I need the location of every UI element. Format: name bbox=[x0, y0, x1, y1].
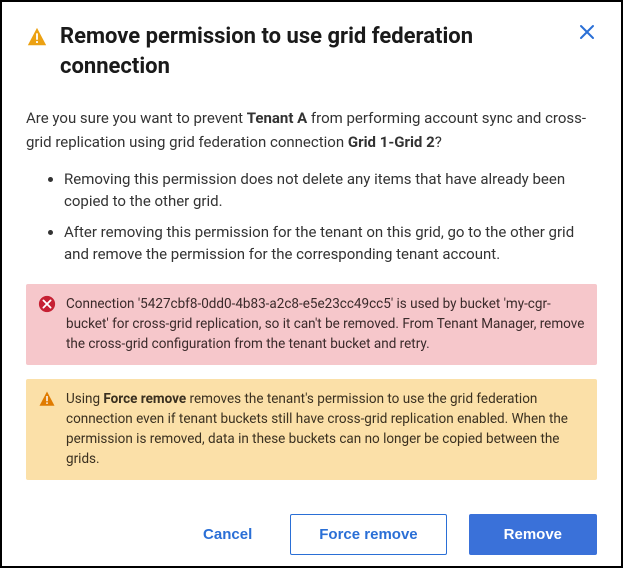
warn-pre: Using bbox=[66, 391, 103, 407]
dialog-footer: Cancel Force remove Remove bbox=[26, 514, 597, 555]
dialog-title: Remove permission to use grid federation… bbox=[60, 22, 567, 81]
close-button[interactable] bbox=[579, 24, 595, 40]
warning-icon bbox=[26, 26, 48, 48]
tenant-name: Tenant A bbox=[247, 109, 307, 127]
warning-alert-text: Using Force remove removes the tenant's … bbox=[66, 389, 585, 470]
error-icon bbox=[38, 295, 56, 313]
warning-alert: Using Force remove removes the tenant's … bbox=[26, 379, 597, 480]
cancel-button[interactable]: Cancel bbox=[187, 515, 268, 554]
error-alert-text: Connection '5427cbf8-0dd0-4b83-a2c8-e5e2… bbox=[66, 294, 585, 355]
notes-list: Removing this permission does not delete… bbox=[26, 168, 597, 266]
dialog-frame: Remove permission to use grid federation… bbox=[0, 0, 623, 568]
list-item: Removing this permission does not delete… bbox=[64, 168, 597, 213]
close-icon bbox=[579, 24, 595, 40]
dialog-header: Remove permission to use grid federation… bbox=[26, 22, 597, 81]
warning-icon bbox=[38, 390, 56, 408]
confirm-post: ? bbox=[435, 133, 442, 151]
warn-bold: Force remove bbox=[103, 391, 186, 407]
dialog-body: Are you sure you want to prevent Tenant … bbox=[26, 107, 597, 479]
remove-button[interactable]: Remove bbox=[469, 514, 597, 555]
confirm-pre: Are you sure you want to prevent bbox=[26, 109, 247, 127]
connection-name: Grid 1-Grid 2 bbox=[348, 133, 435, 151]
confirm-text: Are you sure you want to prevent Tenant … bbox=[26, 107, 597, 154]
list-item: After removing this permission for the t… bbox=[64, 221, 597, 266]
force-remove-button[interactable]: Force remove bbox=[290, 514, 446, 555]
remove-permission-dialog: Remove permission to use grid federation… bbox=[6, 6, 617, 562]
error-alert: Connection '5427cbf8-0dd0-4b83-a2c8-e5e2… bbox=[26, 284, 597, 365]
